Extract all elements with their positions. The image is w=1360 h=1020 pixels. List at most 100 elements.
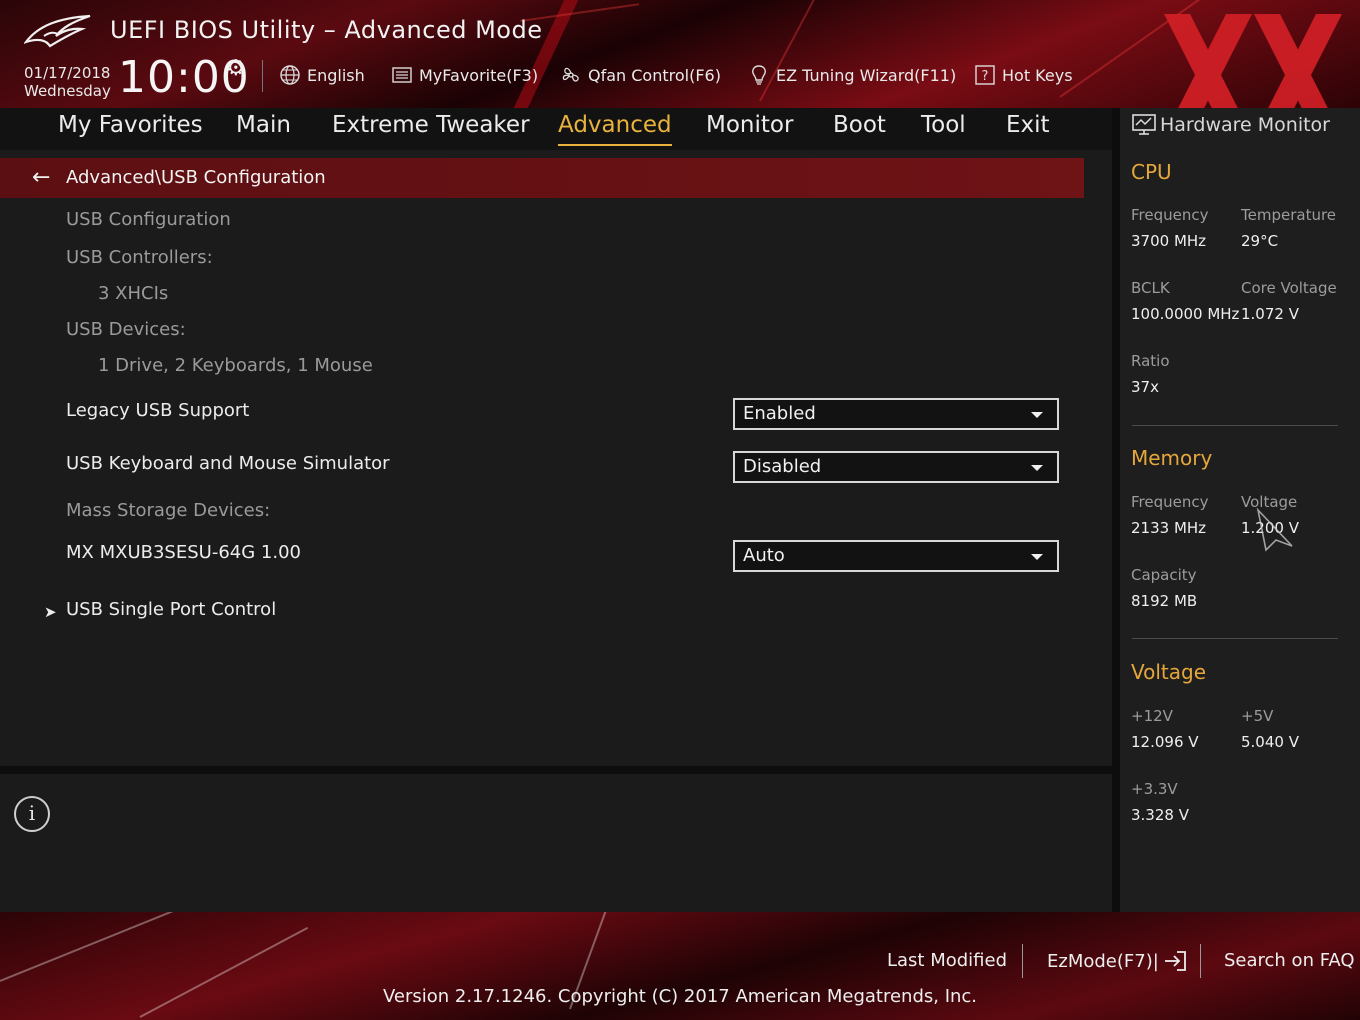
v33-label: +3.3V: [1131, 780, 1178, 798]
tab-monitor[interactable]: Monitor: [706, 112, 793, 146]
mouse-cursor-icon: [1256, 508, 1293, 552]
mass-storage-drive-label[interactable]: MX MXUB3SESU-64G 1.00: [66, 542, 301, 563]
mass-storage-drive-select[interactable]: Auto: [733, 540, 1059, 572]
ez-tuning-wizard-label: EZ Tuning Wizard(F11): [776, 65, 957, 85]
bclk-label: BCLK: [1131, 279, 1170, 297]
hardware-monitor-header: Hardware Monitor: [1120, 108, 1360, 144]
mass-storage-drive-value: Auto: [743, 545, 785, 566]
ratio-value: 37x: [1131, 378, 1159, 396]
tab-main[interactable]: Main: [236, 112, 291, 146]
usb-controllers-value: 3 XHCIs: [98, 283, 169, 304]
footer-divider: [1022, 944, 1023, 978]
memory-frequency-label: Frequency: [1131, 493, 1209, 511]
help-info-panel: i: [0, 774, 1112, 912]
usb-configuration-heading: USB Configuration: [66, 209, 231, 230]
hot-keys-button[interactable]: ? Hot Keys: [974, 62, 1073, 88]
section-divider: [1132, 425, 1338, 426]
cpu-frequency-value: 3700 MHz: [1131, 232, 1207, 250]
date-display: 01/17/2018 Wednesday: [24, 64, 111, 100]
mass-storage-devices-label: Mass Storage Devices:: [66, 500, 271, 521]
tab-my-favorites[interactable]: My Favorites: [58, 112, 203, 146]
main-tab-bar: My Favorites Main Extreme Tweaker Advanc…: [0, 108, 1112, 150]
rog-logo-icon: [24, 14, 91, 48]
exit-arrow-icon: [1164, 951, 1186, 971]
qfan-control-button[interactable]: Qfan Control(F6): [560, 62, 721, 88]
last-modified-label: Last Modified: [887, 950, 1008, 971]
voltage-section-title: Voltage: [1131, 660, 1207, 684]
chevron-down-icon: [1031, 554, 1043, 560]
weekday-text: Wednesday: [24, 82, 111, 100]
section-divider: [1132, 638, 1338, 639]
tab-tool[interactable]: Tool: [921, 112, 966, 146]
legacy-usb-support-value: Enabled: [743, 403, 816, 424]
ezmode-button[interactable]: EzMode(F7)|: [1047, 950, 1187, 972]
usb-controllers-label: USB Controllers:: [66, 247, 213, 268]
usb-kbm-simulator-label[interactable]: USB Keyboard and Mouse Simulator: [66, 453, 390, 474]
cpu-section-title: CPU: [1131, 160, 1172, 184]
fan-icon: [562, 67, 579, 82]
help-box-icon: ?: [975, 65, 995, 85]
usb-kbm-simulator-value: Disabled: [743, 456, 822, 477]
tab-exit[interactable]: Exit: [1006, 112, 1050, 146]
v5-label: +5V: [1241, 707, 1274, 725]
header-bar: UEFI BIOS Utility – Advanced Mode 01/17/…: [0, 0, 1360, 108]
search-on-faq-button[interactable]: Search on FAQ: [1224, 950, 1355, 971]
legacy-usb-support-select[interactable]: Enabled: [733, 398, 1059, 430]
breadcrumb-path: Advanced\USB Configuration: [66, 167, 326, 188]
footer-streak: [0, 912, 205, 982]
language-button[interactable]: English: [279, 62, 365, 88]
footer-divider: [1200, 944, 1201, 978]
ratio-label: Ratio: [1131, 352, 1170, 370]
lightbulb-icon: [752, 65, 766, 85]
back-arrow-icon[interactable]: ←: [32, 167, 50, 189]
hardware-monitor-title: Hardware Monitor: [1160, 114, 1330, 136]
legacy-usb-support-label[interactable]: Legacy USB Support: [66, 400, 249, 421]
qfan-control-label: Qfan Control(F6): [588, 65, 721, 85]
chevron-right-icon: ➤: [44, 603, 57, 621]
watermark-logo: [1164, 14, 1342, 108]
globe-icon: [280, 65, 300, 85]
usb-devices-label: USB Devices:: [66, 319, 186, 340]
core-voltage-label: Core Voltage: [1241, 279, 1337, 297]
usb-devices-value: 1 Drive, 2 Keyboards, 1 Mouse: [98, 355, 373, 376]
language-label: English: [307, 65, 365, 85]
info-icon: i: [14, 796, 50, 832]
ez-tuning-wizard-button[interactable]: EZ Tuning Wizard(F11): [748, 62, 956, 88]
app-title: UEFI BIOS Utility – Advanced Mode: [110, 16, 543, 44]
bclk-value: 100.0000 MHz: [1131, 305, 1240, 323]
v12-label: +12V: [1131, 707, 1173, 725]
version-copyright: Version 2.17.1246. Copyright (C) 2017 Am…: [382, 986, 978, 1007]
gear-icon[interactable]: ⚙: [226, 56, 246, 81]
ezmode-label: EzMode(F7)|: [1047, 950, 1159, 972]
footer-bar: Last Modified EzMode(F7)| Search on FAQ …: [0, 912, 1360, 1020]
tab-boot[interactable]: Boot: [833, 112, 886, 146]
favorite-list-icon: [392, 67, 412, 83]
tab-advanced[interactable]: Advanced: [558, 112, 672, 146]
v5-value: 5.040 V: [1241, 733, 1299, 751]
myfavorite-label: MyFavorite(F3): [419, 65, 539, 85]
hot-keys-label: Hot Keys: [1002, 65, 1073, 85]
myfavorite-button[interactable]: MyFavorite(F3): [391, 62, 538, 88]
usb-kbm-simulator-select[interactable]: Disabled: [733, 451, 1059, 483]
last-modified-button[interactable]: Last Modified: [887, 950, 1007, 971]
cpu-temperature-label: Temperature: [1241, 206, 1337, 224]
cpu-frequency-label: Frequency: [1131, 206, 1209, 224]
v12-value: 12.096 V: [1131, 733, 1199, 751]
usb-single-port-control-item[interactable]: USB Single Port Control: [66, 599, 276, 620]
breadcrumb: ← Advanced\USB Configuration: [0, 158, 1084, 198]
chevron-down-icon: [1031, 412, 1043, 418]
svg-text:?: ?: [982, 69, 989, 84]
chevron-down-icon: [1031, 465, 1043, 471]
settings-panel: ← Advanced\USB Configuration USB Configu…: [0, 150, 1112, 766]
cpu-temperature-value: 29°C: [1241, 232, 1279, 250]
tab-extreme-tweaker[interactable]: Extreme Tweaker: [332, 112, 530, 146]
header-divider: [262, 60, 263, 92]
date-text: 01/17/2018: [24, 64, 111, 82]
monitor-icon: [1132, 114, 1156, 135]
v33-value: 3.328 V: [1131, 806, 1189, 824]
search-on-faq-label: Search on FAQ: [1224, 950, 1355, 971]
memory-capacity-label: Capacity: [1131, 566, 1197, 584]
hardware-monitor-panel: Hardware Monitor CPU Frequency 3700 MHz …: [1120, 108, 1360, 912]
memory-section-title: Memory: [1131, 446, 1213, 470]
memory-frequency-value: 2133 MHz: [1131, 519, 1207, 537]
